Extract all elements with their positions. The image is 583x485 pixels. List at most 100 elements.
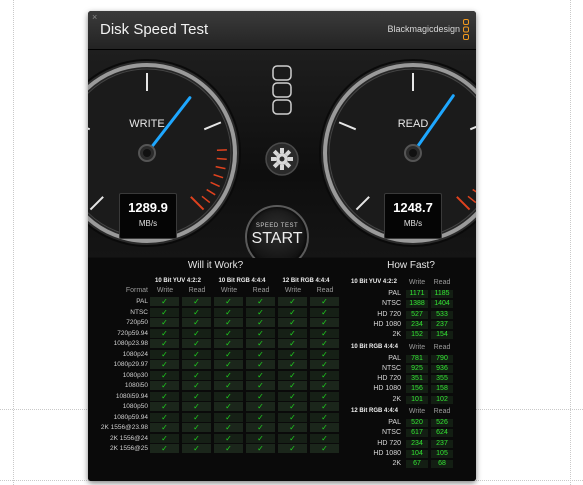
close-icon[interactable]: ×	[92, 12, 97, 22]
how-fast-row: 2K 152 154	[346, 330, 476, 340]
table-row: 1080p29.97 ✓ ✓ ✓ ✓ ✓ ✓	[88, 360, 343, 369]
read-column-header: Read	[316, 287, 334, 294]
read-column-header: Read	[252, 287, 270, 294]
check-icon: ✓	[214, 433, 243, 443]
check-icon: ✓	[150, 370, 179, 380]
format-label: NTSC	[130, 308, 148, 316]
check-icon: ✓	[214, 328, 243, 338]
blackmagic-logo-icon	[463, 19, 469, 40]
read-speed-cell: 105	[431, 449, 453, 458]
guide-line	[570, 0, 571, 485]
check-icon: ✓	[278, 318, 307, 327]
format-label: HD 1080	[373, 320, 401, 328]
gear-icon[interactable]	[265, 142, 299, 176]
check-icon: ✓	[278, 391, 307, 401]
write-speed-cell: 234	[406, 320, 428, 329]
check-icon: ✓	[182, 349, 211, 359]
write-speed-cell: 101	[406, 395, 428, 404]
check-icon: ✓	[310, 391, 339, 401]
read-speed-cell: 237	[431, 439, 453, 448]
check-icon: ✓	[310, 339, 339, 348]
check-icon: ✓	[310, 433, 339, 443]
how-fast-row: PAL 1171 1185	[346, 289, 476, 299]
format-label: 1080p59.94	[113, 413, 148, 421]
how-fast-row: HD 720 351 355	[346, 374, 476, 384]
check-icon: ✓	[182, 297, 211, 306]
check-icon: ✓	[182, 433, 211, 443]
write-speed-cell: 781	[406, 354, 428, 363]
check-icon: ✓	[150, 391, 179, 401]
check-icon: ✓	[278, 423, 307, 432]
check-icon: ✓	[150, 307, 179, 317]
write-speed-unit: MB/s	[138, 219, 158, 228]
format-label: 2K	[392, 395, 401, 403]
check-icon: ✓	[310, 297, 339, 306]
format-label: 720p59.94	[117, 329, 148, 337]
check-icon: ✓	[150, 444, 179, 453]
check-icon: ✓	[182, 423, 211, 432]
read-column-header: Read	[433, 408, 451, 415]
format-label: 1080p30	[122, 371, 148, 379]
format-label: 2K 1556@23.98	[100, 424, 148, 431]
write-gauge-label: WRITE	[129, 118, 164, 130]
how-fast-row: NTSC 617 624	[346, 428, 476, 438]
table-row: 1080p30 ✓ ✓ ✓ ✓ ✓ ✓	[88, 370, 343, 380]
format-label: 2K 1556@24	[109, 434, 148, 442]
check-icon: ✓	[182, 381, 211, 390]
write-speed-value: 1289.9	[128, 200, 168, 215]
app-title: Disk Speed Test	[100, 21, 209, 38]
will-it-work-group-title: 10 Bit YUV 4:2:2	[155, 278, 201, 284]
check-icon: ✓	[182, 318, 211, 327]
disk-speed-test-window: × Disk Speed Test Blackmagicdesign WRITE…	[88, 11, 476, 481]
write-speed-cell: 67	[406, 460, 428, 469]
how-fast-section-title: 12 Bit RGB 4:4:4	[351, 408, 399, 414]
format-label: HD 1080	[373, 449, 401, 457]
check-icon: ✓	[150, 360, 179, 369]
check-icon: ✓	[278, 444, 307, 453]
check-icon: ✓	[150, 318, 179, 327]
write-speed-cell: 234	[406, 439, 428, 448]
how-fast-section-header: 10 Bit RGB 4:4:4 Write Read	[346, 342, 476, 353]
check-icon: ✓	[278, 370, 307, 380]
target-select-icon[interactable]	[271, 64, 293, 116]
check-icon: ✓	[246, 349, 275, 359]
table-row: PAL ✓ ✓ ✓ ✓ ✓ ✓	[88, 297, 343, 306]
check-icon: ✓	[214, 318, 243, 327]
format-label: HD 720	[377, 375, 401, 383]
write-speed-cell: 351	[406, 375, 428, 384]
check-icon: ✓	[150, 349, 179, 359]
check-icon: ✓	[310, 370, 339, 380]
check-icon: ✓	[310, 444, 339, 453]
format-label: 1080i59.94	[115, 392, 148, 400]
table-row: 720p50 ✓ ✓ ✓ ✓ ✓ ✓	[88, 318, 343, 327]
table-row: 2K 1556@25 ✓ ✓ ✓ ✓ ✓ ✓	[88, 444, 343, 453]
guide-line	[13, 0, 14, 485]
gauge-panel: WRITE 1289.9 MB/s READ 1248.7 MB/s SPEED…	[88, 50, 476, 269]
check-icon: ✓	[182, 444, 211, 453]
check-icon: ✓	[214, 381, 243, 390]
format-label: HD 720	[377, 439, 401, 447]
read-speed-cell: 237	[431, 320, 453, 329]
table-row: 1080p59.94 ✓ ✓ ✓ ✓ ✓ ✓	[88, 412, 343, 422]
how-fast-row: HD 720 234 237	[346, 439, 476, 449]
check-icon: ✓	[278, 360, 307, 369]
write-speed-cell: 156	[406, 385, 428, 394]
check-icon: ✓	[214, 412, 243, 422]
check-icon: ✓	[214, 370, 243, 380]
check-icon: ✓	[214, 339, 243, 348]
check-icon: ✓	[150, 433, 179, 443]
check-icon: ✓	[246, 433, 275, 443]
format-label: NTSC	[381, 364, 401, 372]
write-column-header: Write	[408, 408, 426, 415]
write-speed-cell: 925	[406, 364, 428, 373]
how-fast-row: HD 1080 234 237	[346, 320, 476, 330]
check-icon: ✓	[246, 391, 275, 401]
table-row: 1080p24 ✓ ✓ ✓ ✓ ✓ ✓	[88, 349, 343, 359]
read-speed-cell: 355	[431, 375, 453, 384]
check-icon: ✓	[246, 444, 275, 453]
check-icon: ✓	[278, 402, 307, 411]
check-icon: ✓	[246, 328, 275, 338]
check-icon: ✓	[182, 391, 211, 401]
check-icon: ✓	[246, 339, 275, 348]
read-speed-cell: 936	[431, 364, 453, 373]
